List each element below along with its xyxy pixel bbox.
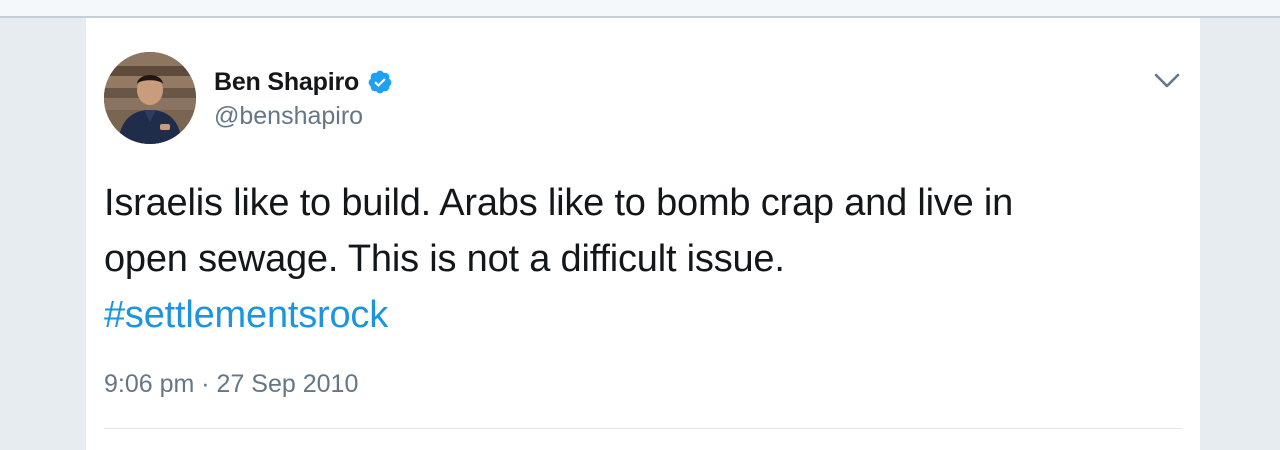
verified-badge-icon xyxy=(367,69,393,95)
author-name[interactable]: Ben Shapiro xyxy=(214,68,359,97)
tweet-card: Ben Shapiro @benshapiro Israelis like to… xyxy=(86,18,1200,450)
top-divider xyxy=(0,0,1280,18)
tweet-timestamp[interactable]: 9:06 pm · 27 Sep 2010 xyxy=(104,370,358,399)
avatar[interactable] xyxy=(104,52,196,144)
tweet-text: Israelis like to build. Arabs like to bo… xyxy=(104,175,1164,343)
avatar-image xyxy=(104,52,196,144)
hashtag-link[interactable]: #settlementsrock xyxy=(104,287,388,343)
tweet-text-line: Israelis like to build. Arabs like to bo… xyxy=(104,182,1014,224)
author-handle[interactable]: @benshapiro xyxy=(214,102,393,131)
tweet-text-line: open sewage. This is not a difficult iss… xyxy=(104,238,785,280)
divider xyxy=(104,428,1182,429)
author-info: Ben Shapiro @benshapiro xyxy=(214,66,393,131)
chevron-down-icon[interactable] xyxy=(1152,68,1182,92)
